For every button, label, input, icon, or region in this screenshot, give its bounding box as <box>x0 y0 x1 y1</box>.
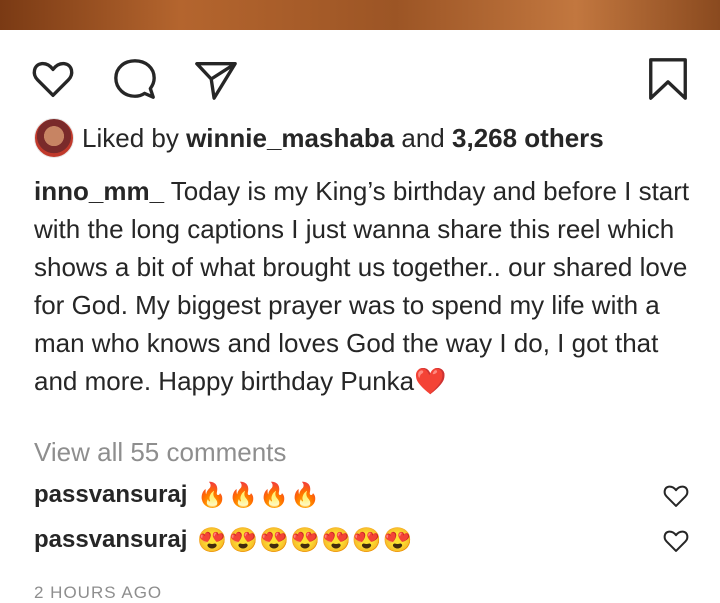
likes-summary: Liked by winnie_mashaba and 3,268 others <box>34 118 604 158</box>
avatar[interactable] <box>34 118 74 158</box>
heart-icon <box>32 61 74 97</box>
share-button[interactable] <box>192 55 240 103</box>
paper-plane-icon <box>195 61 237 100</box>
like-button[interactable] <box>29 55 77 103</box>
post-timestamp: 2 HOURS AGO <box>34 583 163 602</box>
comment-button[interactable] <box>111 55 159 103</box>
view-all-comments-link[interactable]: View all 55 comments <box>34 434 286 470</box>
caption-text: Today is my King’s birthday and before I… <box>34 176 690 396</box>
caption-heart-emoji: ❤️ <box>414 366 447 396</box>
bookmark-icon <box>649 58 687 100</box>
liked-by-others[interactable]: 3,268 others <box>452 123 604 153</box>
liked-by-prefix: Liked by <box>82 123 179 153</box>
comment-like-heart-icon[interactable] <box>662 482 690 510</box>
comment-username[interactable]: passvansuraj <box>34 526 187 554</box>
comment-row: passvansuraj 🔥🔥🔥🔥 <box>34 477 321 513</box>
save-button[interactable] <box>644 55 692 103</box>
comment-bubble-icon <box>114 59 156 99</box>
likes-text[interactable]: Liked by winnie_mashaba and 3,268 others <box>82 123 604 153</box>
comment-row: passvansuraj 😍😍😍😍😍😍😍 <box>34 522 414 558</box>
liked-by-and: and <box>401 123 445 153</box>
comment-text: 🔥🔥🔥🔥 <box>197 481 321 509</box>
post-caption: inno_mm_ Today is my King’s birthday and… <box>34 172 694 400</box>
caption-username[interactable]: inno_mm_ <box>34 176 164 206</box>
comment-username[interactable]: passvansuraj <box>34 481 187 509</box>
liked-by-user[interactable]: winnie_mashaba <box>186 123 394 153</box>
comment-like-heart-icon[interactable] <box>662 527 690 555</box>
comment-text: 😍😍😍😍😍😍😍 <box>197 526 414 554</box>
post-media[interactable] <box>0 0 720 30</box>
action-bar <box>0 55 720 105</box>
